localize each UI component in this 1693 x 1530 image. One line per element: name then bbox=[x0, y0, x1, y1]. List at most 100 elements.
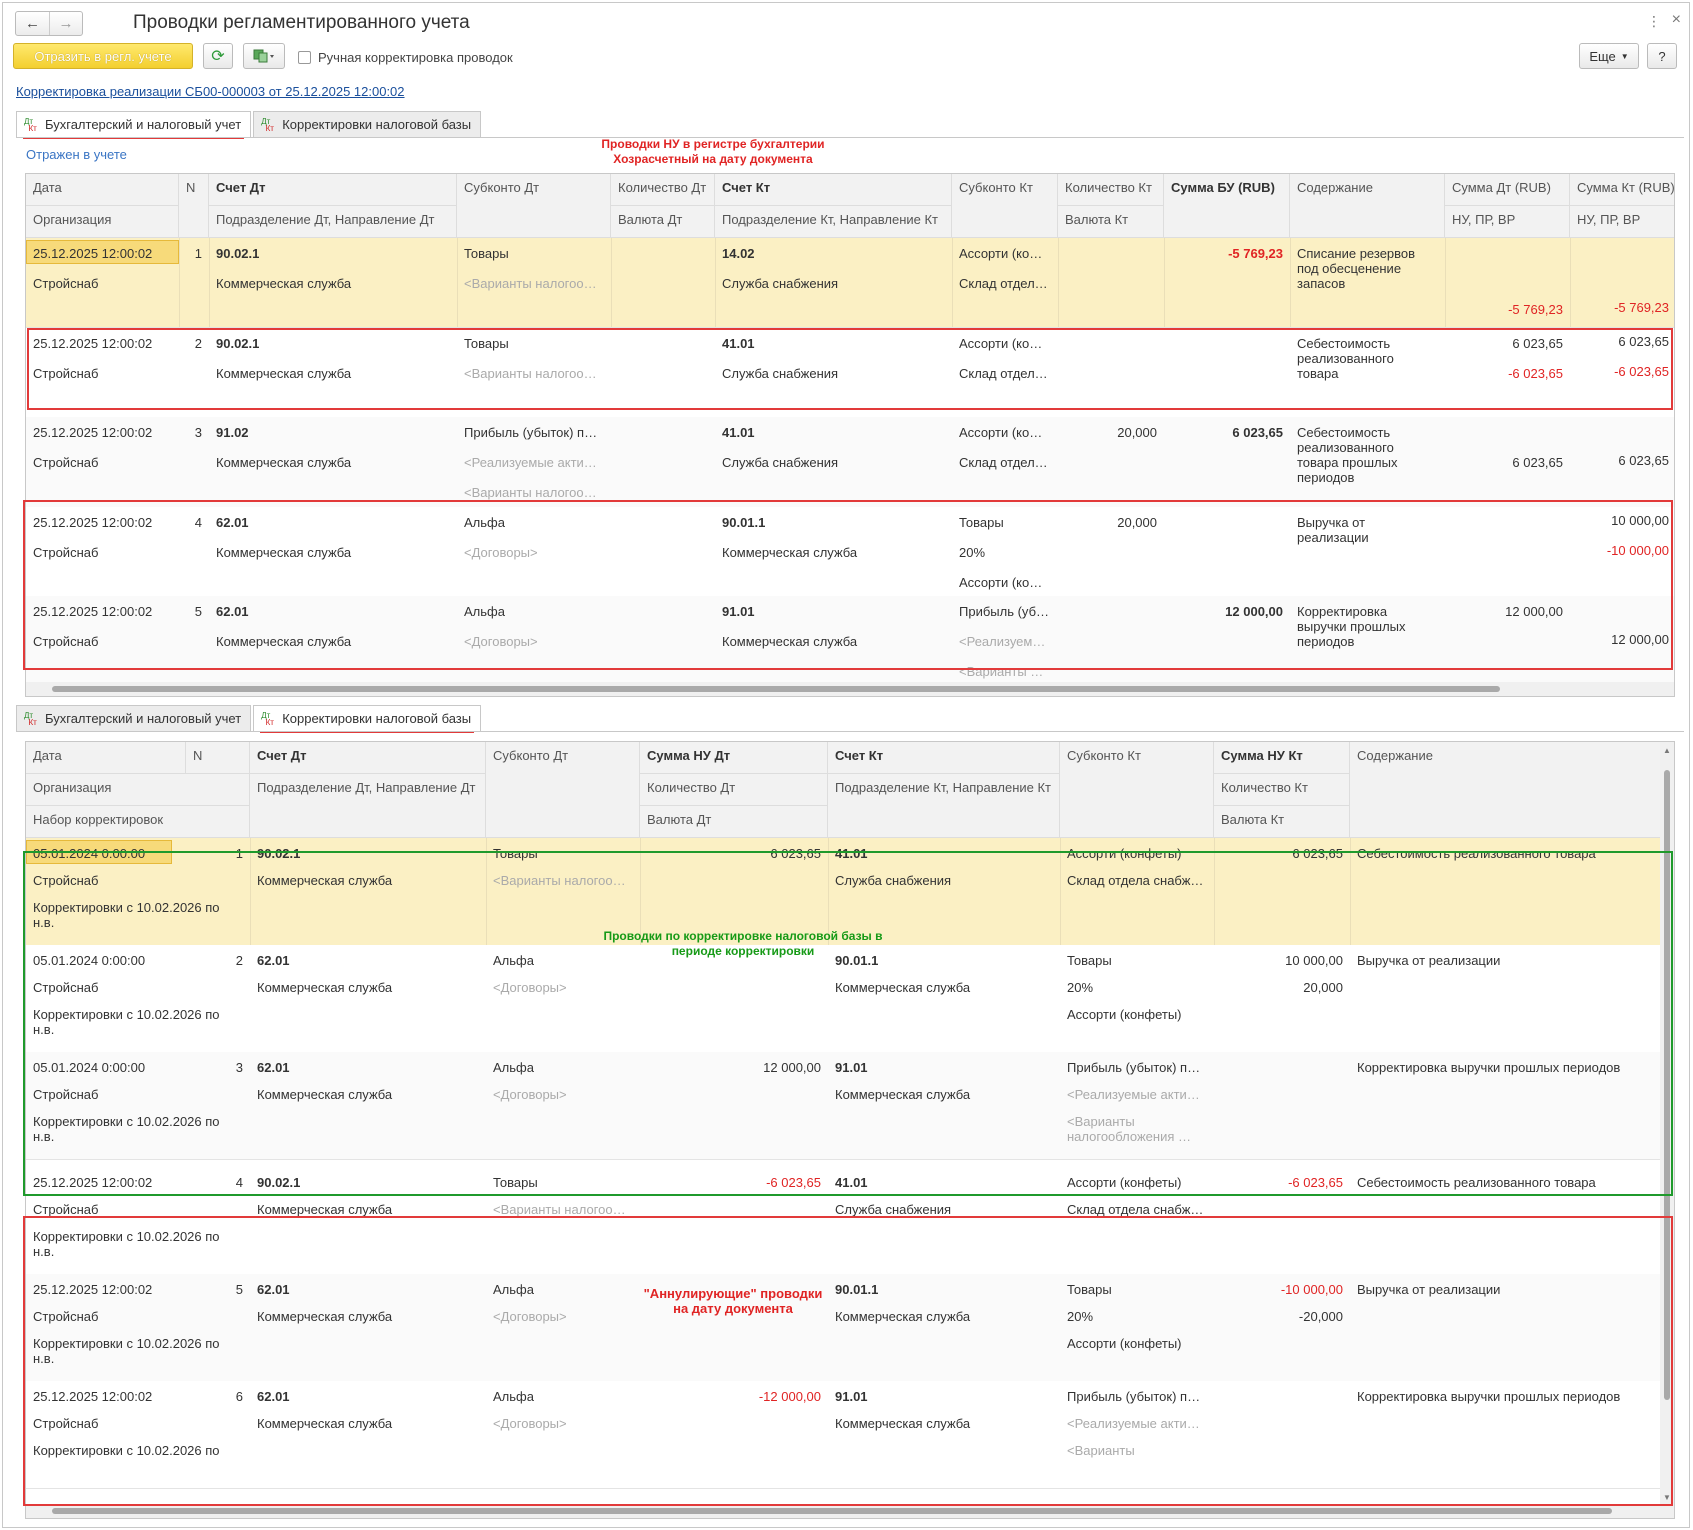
col-sum-dt[interactable]: Сумма Дт (RUB) bbox=[1445, 174, 1570, 206]
dt-kt-icon: Дт Кт bbox=[261, 710, 274, 727]
col-content[interactable]: Содержание bbox=[1350, 742, 1662, 838]
tab-accounting-2[interactable]: Дт Кт Бухгалтерский и налоговый учет bbox=[16, 705, 252, 731]
department-kt-cell: Служба снабжения bbox=[835, 1202, 952, 1217]
chevron-down-icon: ▼ bbox=[1620, 51, 1629, 61]
col-content[interactable]: Содержание bbox=[1290, 174, 1445, 238]
col-dept-dt[interactable]: Подразделение Дт, Направление Дт bbox=[209, 206, 457, 238]
sum-nu-kt-cell: -6 023,65 bbox=[1288, 1175, 1343, 1190]
vertical-scrollbar[interactable]: ▲ ▼ bbox=[1660, 742, 1674, 1518]
subconto-kt-cell: <Варианты … bbox=[959, 664, 1044, 679]
horizontal-scrollbar[interactable] bbox=[26, 682, 1674, 696]
col-sub-dt[interactable]: Субконто Дт bbox=[486, 742, 640, 838]
content-cell: Корректировка выручки прошлых периодов bbox=[1297, 604, 1406, 649]
post-to-accounting-button[interactable]: Отразить в регл. учете bbox=[13, 43, 193, 69]
scroll-thumb[interactable] bbox=[52, 1508, 1612, 1514]
col-acc-kt[interactable]: Счет Кт bbox=[828, 742, 1060, 774]
col-n[interactable]: N bbox=[179, 174, 209, 238]
scroll-thumb[interactable] bbox=[52, 686, 1500, 692]
col-qty-kt[interactable]: Количество Кт bbox=[1214, 774, 1350, 806]
col-qty-dt[interactable]: Количество Дт bbox=[640, 774, 828, 806]
date-cell: 25.12.2025 12:00:02 bbox=[33, 1282, 153, 1297]
row-number: 5 bbox=[235, 1282, 243, 1297]
col-org[interactable]: Организация bbox=[26, 206, 179, 238]
col-nu-dt[interactable]: НУ, ПР, ВР bbox=[1445, 206, 1570, 238]
sum-nu-dt-cell: -6 023,65 bbox=[766, 1175, 821, 1190]
col-sum-dt[interactable]: Сумма НУ Дт bbox=[640, 742, 828, 774]
sum-dt-cell: 12 000,00 bbox=[1505, 604, 1563, 619]
col-acc-dt[interactable]: Счет Дт bbox=[250, 742, 486, 774]
sum-bu-cell: -5 769,23 bbox=[1228, 246, 1283, 261]
scroll-thumb[interactable] bbox=[1664, 770, 1670, 1400]
horizontal-scrollbar[interactable] bbox=[26, 1504, 1662, 1518]
tab-tax-corrections-2[interactable]: Дт Кт Корректировки налоговой базы bbox=[253, 705, 482, 733]
organization-cell: Стройснаб bbox=[33, 873, 99, 888]
col-sum-bu[interactable]: Сумма БУ (RUB) bbox=[1164, 174, 1290, 238]
col-cur-dt[interactable]: Валюта Дт bbox=[640, 806, 828, 838]
col-sum-kt[interactable]: Сумма НУ Кт bbox=[1214, 742, 1350, 774]
col-cur-kt[interactable]: Валюта Кт bbox=[1058, 206, 1164, 238]
col-dept-kt[interactable]: Подразделение Кт, Направление Кт bbox=[828, 774, 1060, 838]
col-date[interactable]: Дата bbox=[26, 742, 186, 774]
col-sum-kt[interactable]: Сумма Кт (RUB) bbox=[1570, 174, 1674, 206]
help-button[interactable]: ? bbox=[1647, 43, 1677, 69]
back-arrow-icon[interactable]: ← bbox=[16, 12, 49, 35]
manual-correction-checkbox[interactable] bbox=[298, 51, 311, 64]
col-sub-dt[interactable]: Субконто Дт bbox=[457, 174, 611, 238]
window-menu-icon[interactable]: ⋮ bbox=[1647, 13, 1663, 30]
sum-kt-cell: 6 023,65 bbox=[1618, 453, 1669, 468]
tabs-bottom: Дт Кт Бухгалтерский и налоговый учет Дт … bbox=[16, 705, 483, 733]
col-cur-dt[interactable]: Валюта Дт bbox=[611, 206, 715, 238]
scroll-up-icon[interactable]: ▲ bbox=[1663, 746, 1671, 755]
date-cell: 25.12.2025 12:00:02 bbox=[33, 604, 153, 619]
col-set[interactable]: Набор корректировок bbox=[26, 806, 250, 838]
correction-set-cell: Корректировки с 10.02.2026 по н.в. bbox=[33, 1114, 220, 1144]
department-dt-cell: Коммерческая служба bbox=[216, 366, 352, 381]
subconto-kt-cell: Прибыль (уб… bbox=[959, 604, 1050, 619]
row-separator bbox=[26, 1488, 1662, 1489]
subconto-kt-cell: Прибыль (убыток) пр… bbox=[1067, 1389, 1208, 1404]
department-dt-cell: Коммерческая служба bbox=[257, 1416, 393, 1431]
col-dept-kt[interactable]: Подразделение Кт, Направление Кт bbox=[715, 206, 952, 238]
refresh-icon[interactable]: ⟳ bbox=[203, 43, 233, 69]
col-sub-kt[interactable]: Субконто Кт bbox=[952, 174, 1058, 238]
reflected-in-accounting-label[interactable]: Отражен в учете bbox=[26, 147, 127, 162]
account-kt-cell: 90.01.1 bbox=[722, 515, 766, 530]
col-qty-kt[interactable]: Количество Кт bbox=[1058, 174, 1164, 206]
more-button[interactable]: Еще ▼ bbox=[1579, 43, 1639, 69]
col-acc-kt[interactable]: Счет Кт bbox=[715, 174, 952, 206]
col-dept-dt[interactable]: Подразделение Дт, Направление Дт bbox=[250, 774, 486, 838]
col-org[interactable]: Организация bbox=[26, 774, 250, 806]
col-acc-dt[interactable]: Счет Дт bbox=[209, 174, 457, 206]
manual-correction-toggle[interactable]: Ручная корректировка проводок bbox=[298, 50, 513, 65]
quantity-kt-cell: 20,000 bbox=[1117, 425, 1157, 440]
subconto-dt-cell: Товары bbox=[464, 336, 509, 351]
document-link[interactable]: Корректировка реализации СБ00-000003 от … bbox=[16, 84, 405, 99]
column-divider bbox=[611, 238, 612, 327]
col-n[interactable]: N bbox=[186, 742, 250, 774]
content-cell: Себестоимость реализованного товара прош… bbox=[1297, 425, 1398, 485]
col-qty-dt[interactable]: Количество Дт bbox=[611, 174, 715, 206]
subconto-kt-cell: Товары bbox=[1067, 1282, 1112, 1297]
structure-dropdown-button[interactable] bbox=[243, 43, 285, 69]
organization-cell: Стройснаб bbox=[33, 545, 99, 560]
subconto-dt-cell: Товары bbox=[464, 246, 509, 261]
col-sub-kt[interactable]: Субконто Кт bbox=[1060, 742, 1214, 838]
subconto-dt-cell: Товары bbox=[493, 846, 538, 861]
department-kt-cell: Коммерческая служба bbox=[722, 634, 858, 649]
tab-tax-corrections[interactable]: Дт Кт Корректировки налоговой базы bbox=[253, 111, 482, 137]
col-nu-kt[interactable]: НУ, ПР, ВР bbox=[1570, 206, 1674, 238]
forward-arrow-icon[interactable]: → bbox=[49, 12, 82, 35]
organization-cell: Стройснаб bbox=[33, 634, 99, 649]
col-date[interactable]: Дата bbox=[26, 174, 179, 206]
department-dt-cell: Коммерческая служба bbox=[257, 1087, 393, 1102]
date-cell: 05.01.2024 0:00:00 bbox=[33, 846, 146, 861]
row-separator bbox=[26, 1159, 1662, 1160]
col-cur-kt[interactable]: Валюта Кт bbox=[1214, 806, 1350, 838]
close-icon[interactable]: × bbox=[1672, 11, 1681, 29]
subconto-dt-cell: Прибыль (убыток) пр… bbox=[464, 425, 605, 440]
scroll-down-icon[interactable]: ▼ bbox=[1663, 1493, 1671, 1502]
date-cell: 25.12.2025 12:00:02 bbox=[33, 425, 153, 440]
tab-accounting[interactable]: Дт Кт Бухгалтерский и налоговый учет bbox=[16, 111, 252, 139]
department-kt-cell: Коммерческая служба bbox=[722, 545, 858, 560]
subconto-kt-cell: Ассорти (ко… bbox=[959, 425, 1043, 440]
